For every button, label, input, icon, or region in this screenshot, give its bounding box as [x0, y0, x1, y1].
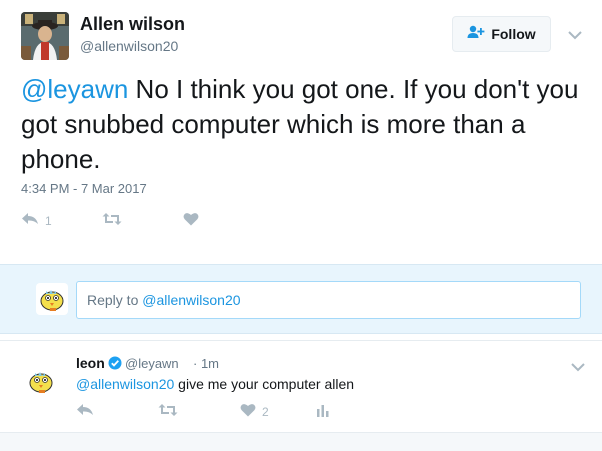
reply-like-count: 2	[262, 404, 269, 419]
reply-author-handle[interactable]: @leyawn	[125, 356, 179, 371]
tweet-text: @leyawn No I think you got one. If you d…	[21, 72, 586, 177]
reply-analytics-action[interactable]	[316, 403, 330, 420]
retweet-icon	[158, 403, 178, 420]
retweet-action[interactable]	[102, 212, 122, 229]
reply-icon	[76, 403, 94, 420]
bottom-strip	[0, 432, 602, 451]
reply-count: 1	[45, 213, 52, 228]
reply-more-chevron-icon[interactable]	[571, 359, 585, 372]
reply-input[interactable]: Reply to @allenwilson20	[76, 281, 581, 319]
verified-badge-icon	[108, 356, 122, 370]
heart-icon	[183, 212, 199, 229]
author-name[interactable]: Allen wilson	[80, 14, 185, 35]
reply-action[interactable]: 1	[21, 212, 52, 229]
reply-tweet: leon @leyawn · 1m @allenwilson20 give me…	[0, 340, 602, 432]
author-avatar[interactable]	[21, 12, 69, 60]
reply-mention-link[interactable]: @allenwilson20	[76, 376, 174, 392]
reply-timestamp[interactable]: · 1m	[193, 356, 219, 371]
reply-reply-action[interactable]	[76, 403, 94, 420]
reply-retweet-action[interactable]	[158, 403, 178, 420]
tweet-timestamp[interactable]: 4:34 PM - 7 Mar 2017	[21, 181, 147, 196]
reply-like-action[interactable]: 2	[240, 403, 269, 420]
reply-composer: Reply to @allenwilson20	[0, 264, 602, 334]
reply-input-handle: @allenwilson20	[142, 292, 241, 308]
reply-actions: 2	[76, 403, 376, 421]
author-handle[interactable]: @allenwilson20	[80, 38, 178, 54]
main-tweet: Allen wilson @allenwilson20 Follow @leya…	[0, 0, 602, 264]
heart-icon	[240, 403, 256, 420]
reply-icon	[21, 212, 39, 229]
retweet-icon	[102, 212, 122, 229]
reply-body: give me your computer allen	[174, 376, 355, 392]
more-options-chevron-icon[interactable]	[568, 27, 582, 40]
follow-label: Follow	[491, 26, 536, 42]
current-user-avatar	[36, 283, 68, 315]
reply-text: @allenwilson20 give me your computer all…	[76, 376, 354, 392]
add-user-icon	[467, 25, 485, 44]
tweet-actions: 1	[21, 212, 321, 234]
analytics-bar-icon	[316, 403, 330, 420]
tweet-mention-link[interactable]: @leyawn	[21, 74, 128, 104]
reply-input-prefix: Reply to	[87, 292, 143, 308]
like-action[interactable]	[183, 212, 199, 229]
follow-button[interactable]: Follow	[452, 16, 551, 52]
reply-author-avatar[interactable]	[25, 365, 57, 397]
reply-author-name[interactable]: leon	[76, 355, 105, 371]
